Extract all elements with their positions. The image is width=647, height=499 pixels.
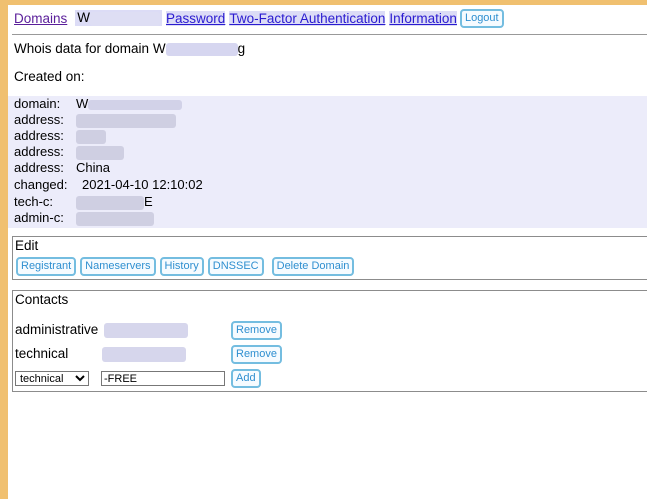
contact-type-select[interactable]: technical [15, 371, 89, 386]
redacted-block [102, 346, 187, 362]
redacted-block [165, 42, 238, 56]
delete-domain-button[interactable]: Delete Domain [271, 257, 355, 276]
top-accent-bar [0, 0, 647, 5]
whois-value: E [76, 194, 153, 210]
whois-value: W [76, 96, 183, 112]
registrant-button[interactable]: Registrant [16, 257, 77, 276]
edit-button-row: Registrant Nameservers History DNSSEC De… [16, 257, 355, 276]
contact-row-technical: technical [15, 346, 187, 362]
nav-information-link[interactable]: Information [389, 10, 457, 26]
whois-key: domain: [14, 96, 61, 111]
whois-value [76, 128, 106, 144]
logout-button[interactable]: Logout [459, 8, 504, 28]
whois-key: address: [14, 160, 64, 175]
whois-row: address: China [14, 160, 110, 176]
remove-technical-button[interactable]: Remove [231, 345, 282, 364]
redacted-block [104, 322, 189, 338]
whois-key: address: [14, 112, 64, 127]
edit-panel: Edit Registrant Nameservers History DNSS… [12, 236, 647, 280]
nav-two-factor-link[interactable]: Two-Factor Authentication [229, 10, 386, 26]
contact-role: administrative [15, 322, 99, 337]
contacts-title: Contacts [15, 292, 69, 307]
nav-domain-text: W [77, 10, 91, 26]
whois-key: address: [14, 144, 64, 159]
left-accent-bar [0, 0, 8, 499]
whois-row: address: [14, 112, 176, 128]
nav-current-domain: W [75, 10, 163, 26]
whois-heading-tail: g [237, 41, 246, 56]
whois-value [76, 210, 154, 226]
add-contact-button[interactable]: Add [231, 369, 261, 388]
whois-row: tech-c: E [14, 194, 153, 210]
remove-administrative-button[interactable]: Remove [231, 321, 282, 340]
whois-key: admin-c: [14, 210, 64, 225]
whois-key: tech-c: [14, 194, 54, 209]
dnssec-button[interactable]: DNSSEC [207, 257, 264, 276]
redacted-block [90, 11, 161, 26]
contacts-panel: Contacts administrative Remove technical… [12, 290, 647, 392]
whois-row: address: [14, 144, 124, 160]
top-navigation: Domains W Password Two-Factor Authentica… [14, 8, 504, 28]
created-on-label: Created on: [14, 69, 85, 84]
edit-title: Edit [15, 238, 39, 253]
whois-data-block: domain: W address: address: address: add… [8, 96, 647, 228]
contact-handle-input[interactable] [101, 371, 225, 386]
whois-row: address: [14, 128, 106, 144]
nameservers-button[interactable]: Nameservers [80, 257, 156, 276]
whois-heading: Whois data for domain W g [14, 41, 245, 56]
nav-domains-link[interactable]: Domains [14, 11, 67, 26]
nav-password-link[interactable]: Password [166, 10, 226, 26]
whois-value [76, 112, 176, 128]
history-button[interactable]: History [159, 257, 204, 276]
whois-row: domain: W [14, 96, 183, 112]
contact-role: technical [15, 346, 69, 361]
whois-value [76, 144, 124, 160]
nav-divider [12, 34, 647, 35]
whois-key: changed: [14, 177, 68, 192]
whois-heading-text: Whois data for domain W [14, 41, 166, 56]
whois-value: 2021-04-10 12:10:02 [82, 177, 203, 192]
whois-row: changed: 2021-04-10 12:10:02 [14, 177, 203, 193]
whois-row: admin-c: [14, 210, 154, 226]
whois-value: China [76, 160, 110, 175]
whois-key: address: [14, 128, 64, 143]
contact-row-administrative: administrative [15, 322, 189, 338]
